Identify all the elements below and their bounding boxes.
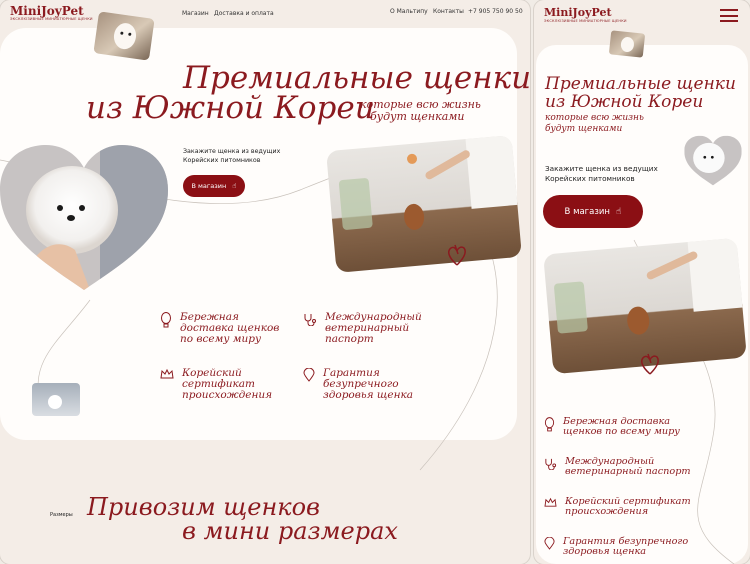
sizes-title-line2: в мини размерах (182, 517, 398, 545)
mobile-shop-button-label: В магазин (564, 206, 610, 217)
mobile-feature-passport: Международный ветеринарный паспорт (544, 456, 691, 477)
order-text: Закажите щенка из ведущих Корейских пито… (183, 148, 281, 164)
puppy-mini-thumbnail (32, 383, 80, 416)
mobile-hero-title-line1: Премиальные щенки (545, 74, 736, 94)
mobile-stethoscope-icon (545, 458, 557, 470)
mobile-hero-subtitle-line1: которые всю жизнь (545, 113, 644, 123)
mobile-heart-puppy-photo (684, 135, 742, 186)
balloon-icon (161, 312, 171, 328)
feature-health: Гарантия безупречного здоровья щенка (303, 367, 413, 401)
shop-button-label: В магазин (191, 182, 227, 190)
stethoscope-icon (304, 314, 316, 326)
mobile-puppy-thumbnail (608, 30, 646, 58)
pin-icon (303, 368, 315, 382)
hero-subtitle-line2: будут щенками (370, 110, 465, 123)
mobile-brand-logo[interactable]: MiniJoyPet (544, 6, 612, 19)
nav-shop[interactable]: Магазин (182, 10, 209, 17)
hero-title-line2: из Южной Кореи (86, 90, 375, 126)
mobile-feature-certificate: Корейский сертификат происхождения (544, 496, 691, 517)
brand-tagline: ЭКСКЛЮЗИВНЫЕ МИНИАТЮРНЫЕ ЩЕНКИ (10, 17, 93, 21)
mobile-crown-icon (544, 497, 557, 507)
sizes-title-line1: Привозим щенков (87, 493, 321, 521)
nav-contacts[interactable]: Контакты (433, 8, 464, 15)
phone-link[interactable]: +7 905 750 90 50 (468, 8, 523, 15)
sizes-section-label: Размеры (50, 512, 73, 518)
desktop-view: MiniJoyPet ЭКСКЛЮЗИВНЫЕ МИНИАТЮРНЫЕ ЩЕНК… (0, 0, 530, 564)
puppy-table-photo (326, 135, 522, 273)
puppy-thumbnail (93, 11, 155, 61)
mobile-pin-icon (544, 537, 555, 550)
heart-doodle-icon (448, 244, 466, 266)
menu-icon[interactable] (720, 9, 738, 22)
shop-button[interactable]: В магазин ☝ (183, 175, 245, 197)
pointer-hand-icon: ☝ (232, 182, 237, 190)
nav-delivery[interactable]: Доставка и оплата (214, 10, 274, 17)
mobile-order-text: Закажите щенка из ведущих Корейских пито… (545, 164, 658, 183)
brand-logo[interactable]: MiniJoyPet (10, 4, 84, 18)
feature-passport: Международный ветеринарный паспорт (303, 311, 422, 345)
mobile-balloon-icon (544, 417, 555, 432)
mobile-hero-title-line2: из Южной Кореи (545, 92, 704, 112)
mobile-heart-doodle-icon (641, 353, 659, 375)
mobile-feature-health: Гарантия безупречного здоровья щенка (544, 536, 688, 557)
feature-certificate: Корейский сертификат происхождения (160, 367, 272, 401)
mobile-pointer-hand-icon: ☝ (615, 206, 622, 217)
heart-puppy-photo (0, 145, 168, 290)
mobile-shop-button[interactable]: В магазин ☝ (543, 195, 643, 228)
mobile-hero-subtitle-line2: будут щенками (545, 124, 623, 134)
feature-delivery: Бережная доставка щенков по всему миру (160, 311, 279, 345)
crown-icon (160, 368, 174, 379)
hero-subtitle-line1: которые всю жизнь (360, 98, 481, 111)
mobile-feature-delivery: Бережная доставка щенков по всему миру (544, 416, 680, 437)
nav-about[interactable]: О Мальтипу (390, 8, 428, 15)
mobile-brand-tagline: ЭКСКЛЮЗИВНЫЕ МИНИАТЮРНЫЕ ЩЕНКИ (544, 19, 627, 23)
mobile-view: MiniJoyPet ЭКСКЛЮЗИВНЫЕ МИНИАТЮРНЫЕ ЩЕНК… (534, 0, 750, 564)
